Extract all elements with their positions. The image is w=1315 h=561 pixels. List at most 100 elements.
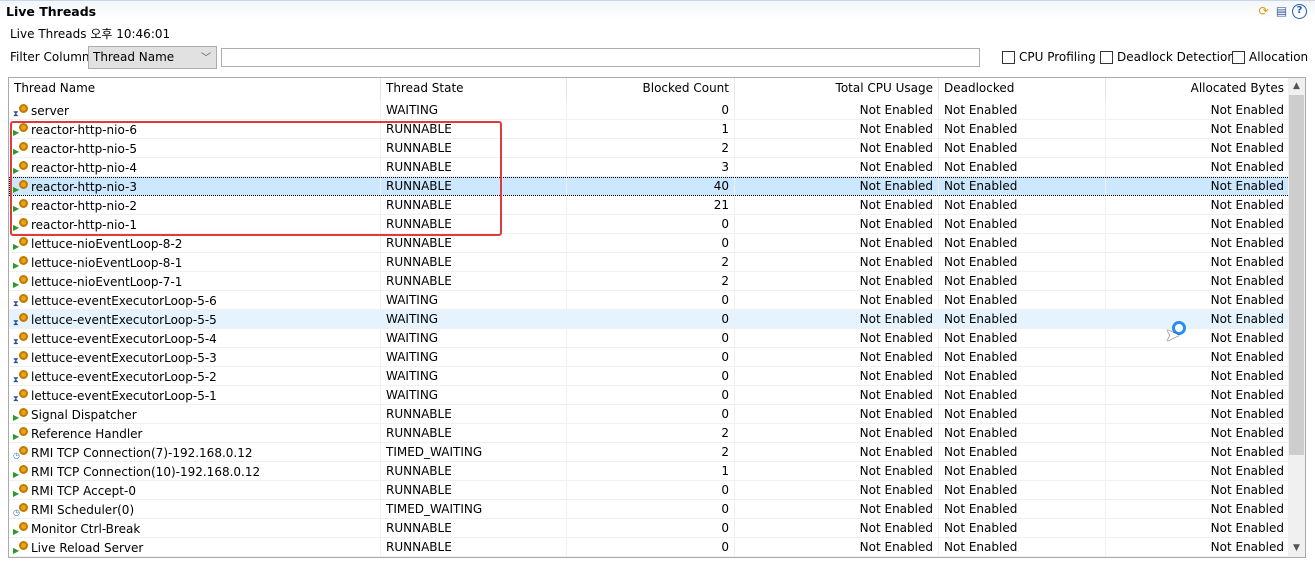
blocked-count-cell: 0: [567, 538, 735, 557]
thread-name: Reference Handler: [31, 426, 143, 441]
column-header-allocated-bytes[interactable]: Allocated Bytes: [1106, 78, 1290, 100]
allocated-bytes-cell: Not Enabled: [1106, 139, 1290, 158]
table-row[interactable]: ⧗ lettuce-eventExecutorLoop-5-4 WAITING 0 No…: [9, 329, 1290, 348]
thread-state-cell: RUNNABLE: [381, 405, 567, 424]
waiting-thread-icon: ⧗: [13, 293, 28, 308]
allocation-checkbox[interactable]: Allocation: [1232, 50, 1308, 64]
table-row[interactable]: ⧗ lettuce-eventExecutorLoop-5-2 WAITING 0 No…: [9, 367, 1290, 386]
refresh-icon[interactable]: ⟳: [1256, 4, 1271, 19]
allocated-bytes-cell: Not Enabled: [1106, 500, 1290, 519]
cpu-usage-cell: Not Enabled: [735, 348, 939, 367]
table-row[interactable]: ◷ RMI Scheduler(0) TIMED_WAITING 0 Not Enabl…: [9, 500, 1290, 519]
blocked-count-cell: 0: [567, 348, 735, 367]
vertical-scrollbar[interactable]: ▲ ▼: [1288, 78, 1305, 557]
column-header-thread-state[interactable]: Thread State: [381, 78, 567, 100]
table-icon[interactable]: ▤: [1274, 4, 1289, 19]
deadlocked-cell: Not Enabled: [939, 500, 1106, 519]
cpu-usage-cell: Not Enabled: [735, 329, 939, 348]
cpu-usage-cell: Not Enabled: [735, 139, 939, 158]
table-row[interactable]: ⧗ lettuce-eventExecutorLoop-5-1 WAITING 0 No…: [9, 386, 1290, 405]
cpu-profiling-checkbox[interactable]: CPU Profiling: [1002, 50, 1096, 64]
table-row[interactable]: ▶ lettuce-nioEventLoop-8-2 RUNNABLE 0 Not En…: [9, 234, 1290, 253]
cpu-usage-cell: Not Enabled: [735, 234, 939, 253]
thread-name: lettuce-eventExecutorLoop-5-6: [31, 293, 217, 308]
deadlock-detection-checkbox[interactable]: Deadlock Detection: [1100, 50, 1235, 64]
thread-name: Monitor Ctrl-Break: [31, 521, 141, 536]
blocked-count-cell: 2: [567, 253, 735, 272]
column-header-deadlocked[interactable]: Deadlocked: [939, 78, 1106, 100]
table-row[interactable]: ⧗ lettuce-eventExecutorLoop-5-6 WAITING 0 No…: [9, 291, 1290, 310]
waiting-thread-icon: ⧗: [13, 350, 28, 365]
deadlocked-cell: Not Enabled: [939, 215, 1106, 234]
waiting-thread-icon: ⧗: [13, 331, 28, 346]
column-header-total-cpu-usage[interactable]: Total CPU Usage: [735, 78, 939, 100]
thread-name-cell: ▶ Monitor Ctrl-Break: [9, 519, 381, 538]
cpu-usage-cell: Not Enabled: [735, 538, 939, 557]
allocated-bytes-cell: Not Enabled: [1106, 120, 1290, 139]
scroll-down-icon[interactable]: ▼: [1288, 540, 1305, 557]
column-header-thread-name[interactable]: Thread Name: [9, 78, 381, 100]
table-row[interactable]: ⧗ server WAITING 0 Not Enabled Not Enabled Not…: [9, 101, 1290, 120]
blocked-count-cell: 0: [567, 310, 735, 329]
blocked-count-cell: 1: [567, 462, 735, 481]
thread-state-cell: RUNNABLE: [381, 234, 567, 253]
filter-column-select[interactable]: Thread Name ﹀: [88, 46, 217, 69]
thread-name-cell: ▶ lettuce-nioEventLoop-8-2: [9, 234, 381, 253]
deadlocked-cell: Not Enabled: [939, 101, 1106, 120]
table-row[interactable]: ⧗ lettuce-eventExecutorLoop-5-5 WAITING 0 No…: [9, 310, 1290, 329]
deadlocked-cell: Not Enabled: [939, 177, 1106, 196]
blocked-count-cell: 3: [567, 158, 735, 177]
scroll-up-icon[interactable]: ▲: [1288, 78, 1305, 95]
blocked-count-cell: 2: [567, 272, 735, 291]
table-row[interactable]: ▶ lettuce-nioEventLoop-7-1 RUNNABLE 2 Not En…: [9, 272, 1290, 291]
help-icon[interactable]: ?: [1292, 4, 1307, 19]
thread-state-cell: WAITING: [381, 367, 567, 386]
thread-state-cell: WAITING: [381, 329, 567, 348]
checkbox-label: Deadlock Detection: [1117, 50, 1235, 64]
running-thread-icon: ▶: [13, 426, 28, 441]
thread-state-cell: WAITING: [381, 101, 567, 120]
thread-name-cell: ⧗ lettuce-eventExecutorLoop-5-3: [9, 348, 381, 367]
filter-input[interactable]: [221, 48, 980, 67]
allocated-bytes-cell: Not Enabled: [1106, 101, 1290, 120]
allocated-bytes-cell: Not Enabled: [1106, 272, 1290, 291]
timed-waiting-thread-icon: ◷: [13, 502, 28, 517]
blocked-count-cell: 0: [567, 386, 735, 405]
table-row[interactable]: ⧗ lettuce-eventExecutorLoop-5-3 WAITING 0 No…: [9, 348, 1290, 367]
table-row[interactable]: ▶ Monitor Ctrl-Break RUNNABLE 0 Not Enabled N…: [9, 519, 1290, 538]
waiting-thread-icon: ⧗: [13, 369, 28, 384]
table-row[interactable]: ▶ RMI TCP Accept-0 RUNNABLE 0 Not Enabled Not…: [9, 481, 1290, 500]
deadlocked-cell: Not Enabled: [939, 443, 1106, 462]
thread-state-cell: RUNNABLE: [381, 424, 567, 443]
blocked-count-cell: 0: [567, 234, 735, 253]
cpu-usage-cell: Not Enabled: [735, 367, 939, 386]
blocked-count-cell: 40: [567, 177, 735, 196]
deadlocked-cell: Not Enabled: [939, 462, 1106, 481]
thread-name: lettuce-nioEventLoop-8-1: [31, 255, 183, 270]
table-row[interactable]: ▶ lettuce-nioEventLoop-8-1 RUNNABLE 2 Not En…: [9, 253, 1290, 272]
deadlocked-cell: Not Enabled: [939, 538, 1106, 557]
table-row[interactable]: ▶ RMI TCP Connection(10)-192.168.0.12 RUNN…: [9, 462, 1290, 481]
allocated-bytes-cell: Not Enabled: [1106, 329, 1290, 348]
thread-state-cell: WAITING: [381, 291, 567, 310]
cpu-usage-cell: Not Enabled: [735, 215, 939, 234]
scrollbar-thumb[interactable]: [1289, 95, 1304, 455]
allocated-bytes-cell: Not Enabled: [1106, 424, 1290, 443]
thread-name: Signal Dispatcher: [31, 407, 137, 422]
waiting-thread-icon: ⧗: [13, 388, 28, 403]
allocated-bytes-cell: Not Enabled: [1106, 519, 1290, 538]
blocked-count-cell: 0: [567, 481, 735, 500]
checkbox-label: CPU Profiling: [1019, 50, 1096, 64]
running-thread-icon: ▶: [13, 274, 28, 289]
deadlocked-cell: Not Enabled: [939, 348, 1106, 367]
thread-state-cell: WAITING: [381, 386, 567, 405]
filter-column-selected: Thread Name: [93, 50, 175, 64]
table-row[interactable]: ▶ Live Reload Server RUNNABLE 0 Not Enabled N…: [9, 538, 1290, 557]
thread-name: RMI TCP Connection(10)-192.168.0.12: [31, 464, 261, 479]
table-row[interactable]: ▶ Reference Handler RUNNABLE 2 Not Enabled No…: [9, 424, 1290, 443]
column-header-blocked-count[interactable]: Blocked Count: [567, 78, 735, 100]
table-row[interactable]: ◷ RMI TCP Connection(7)-192.168.0.12 TIMED…: [9, 443, 1290, 462]
table-row[interactable]: ▶ Signal Dispatcher RUNNABLE 0 Not Enabled No…: [9, 405, 1290, 424]
running-thread-icon: ▶: [13, 255, 28, 270]
deadlocked-cell: Not Enabled: [939, 291, 1106, 310]
